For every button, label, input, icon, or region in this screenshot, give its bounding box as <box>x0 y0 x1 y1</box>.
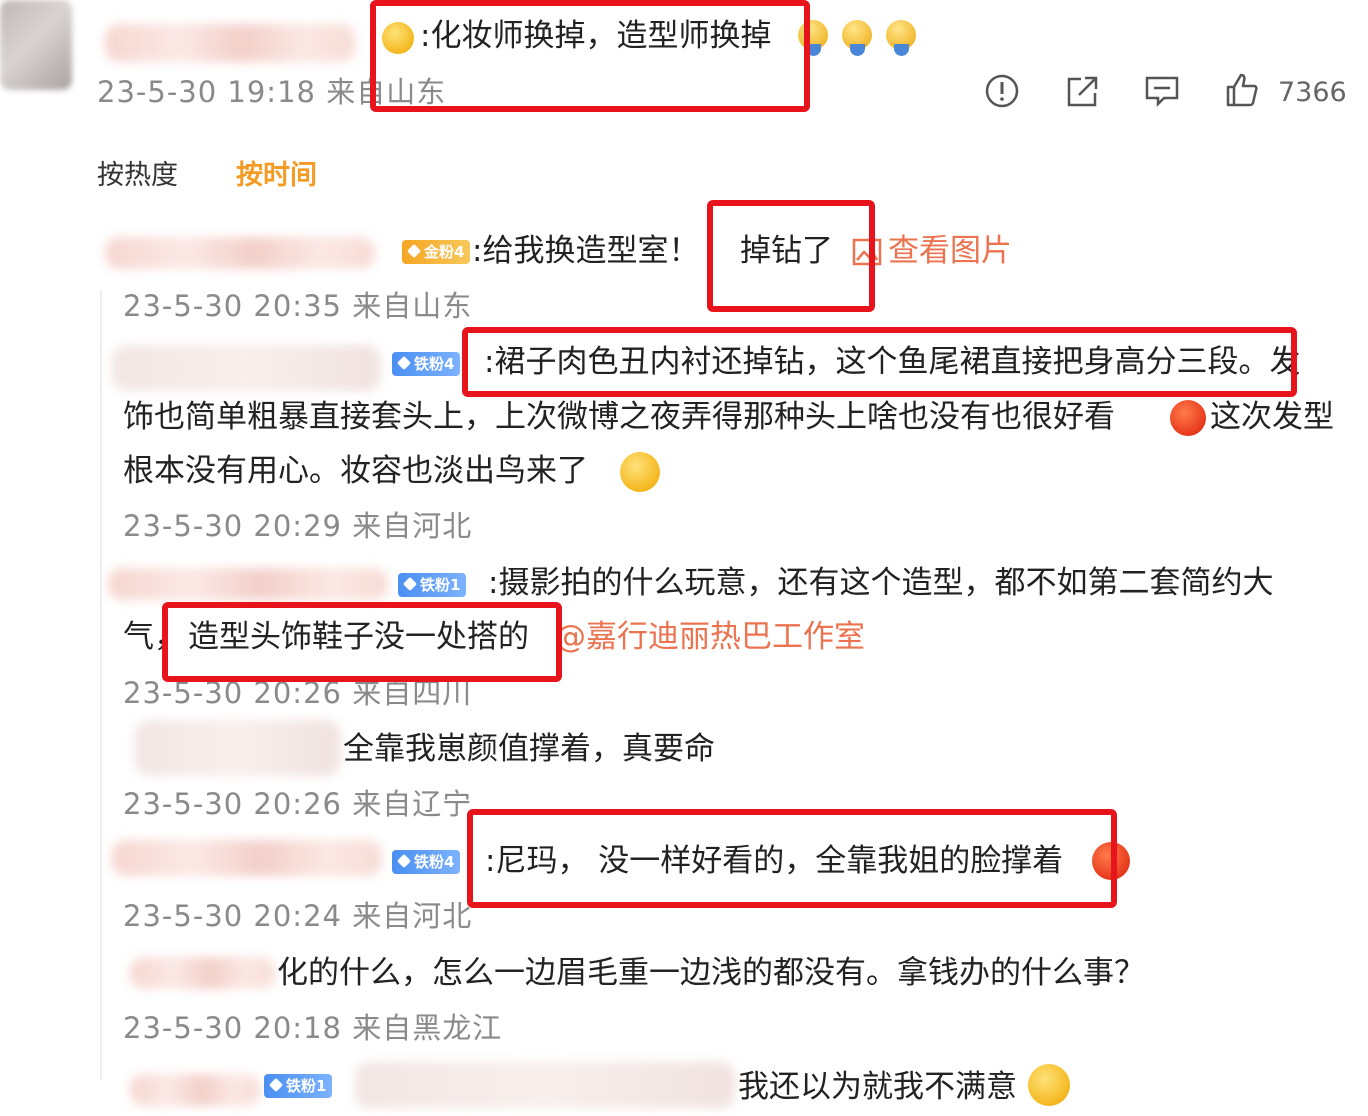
fan-badge: 铁粉4 <box>392 352 461 376</box>
username-blurred[interactable] <box>130 957 275 989</box>
comment-icon[interactable] <box>1144 73 1180 109</box>
reply-meta: 23-5-30 20:24 来自河北 <box>123 899 473 933</box>
share-icon[interactable] <box>1065 73 1101 109</box>
reply-meta: 23-5-30 20:26 来自四川 <box>123 676 473 710</box>
thread-line <box>100 290 102 1080</box>
username-blurred[interactable] <box>112 345 380 391</box>
username-blurred[interactable] <box>130 1074 260 1106</box>
tab-by-time[interactable]: 按时间 <box>236 162 317 189</box>
username-blurred[interactable] <box>108 568 388 600</box>
reply-text: 我还以为就我不满意 <box>738 1069 1017 1105</box>
reply-meta: 23-5-30 20:35 来自山东 <box>123 289 473 323</box>
like-count: 7366 <box>1278 77 1347 108</box>
reply-text: 化的什么，怎么一边眉毛重一边浅的都没有。拿钱办的什么事？ <box>277 955 1145 991</box>
emoji-face-icon <box>842 20 872 56</box>
tab-by-heat[interactable]: 按热度 <box>97 162 178 189</box>
view-image-link[interactable]: 查看图片 <box>888 236 1012 267</box>
emoji-face-icon <box>886 20 916 56</box>
reply-meta: 23-5-30 20:26 来自辽宁 <box>123 787 473 821</box>
mention-link[interactable]: @嘉行迪丽热巴工作室 <box>555 622 865 653</box>
user-avatar[interactable] <box>0 0 72 90</box>
reply-line: 这次发型 <box>1210 399 1334 435</box>
reply-meta: 23-5-30 20:29 来自河北 <box>123 509 473 543</box>
username-blurred[interactable] <box>135 720 340 776</box>
highlight-box <box>467 809 1117 908</box>
fan-badge: 铁粉4 <box>392 850 461 874</box>
angry-emoji-icon <box>1170 400 1206 436</box>
confused-emoji-icon <box>620 452 660 492</box>
highlight-box <box>370 0 810 112</box>
username-blurred[interactable] <box>105 237 375 269</box>
fan-badge: 金粉4 <box>402 240 471 264</box>
like-icon[interactable] <box>1224 72 1260 108</box>
shy-emoji-icon <box>1028 1064 1070 1106</box>
fan-badge: 铁粉1 <box>264 1074 333 1098</box>
username-blurred[interactable] <box>105 24 355 62</box>
reply-meta: 23-5-30 20:18 来自黑龙江 <box>123 1011 503 1045</box>
highlight-box <box>162 602 562 682</box>
report-icon[interactable] <box>984 73 1020 109</box>
reply-line: 饰也简单粗暴直接套头上，上次微博之夜弄得那种头上啥也没有也很好看 <box>123 399 1115 435</box>
reply-text: 全靠我崽颜值撑着，真要命 <box>343 731 715 767</box>
highlight-box <box>462 327 1297 397</box>
fan-badge: 铁粉1 <box>398 573 467 597</box>
reply-line: :摄影拍的什么玩意，还有这个造型，都不如第二套简约大 <box>488 565 1274 601</box>
highlight-box <box>707 200 875 312</box>
quoted-text-blurred <box>355 1062 735 1108</box>
reply-text: :给我换造型室！ <box>472 233 700 269</box>
reply-line: 根本没有用心。妆容也淡出鸟来了 <box>123 453 588 489</box>
username-blurred[interactable] <box>112 840 382 876</box>
